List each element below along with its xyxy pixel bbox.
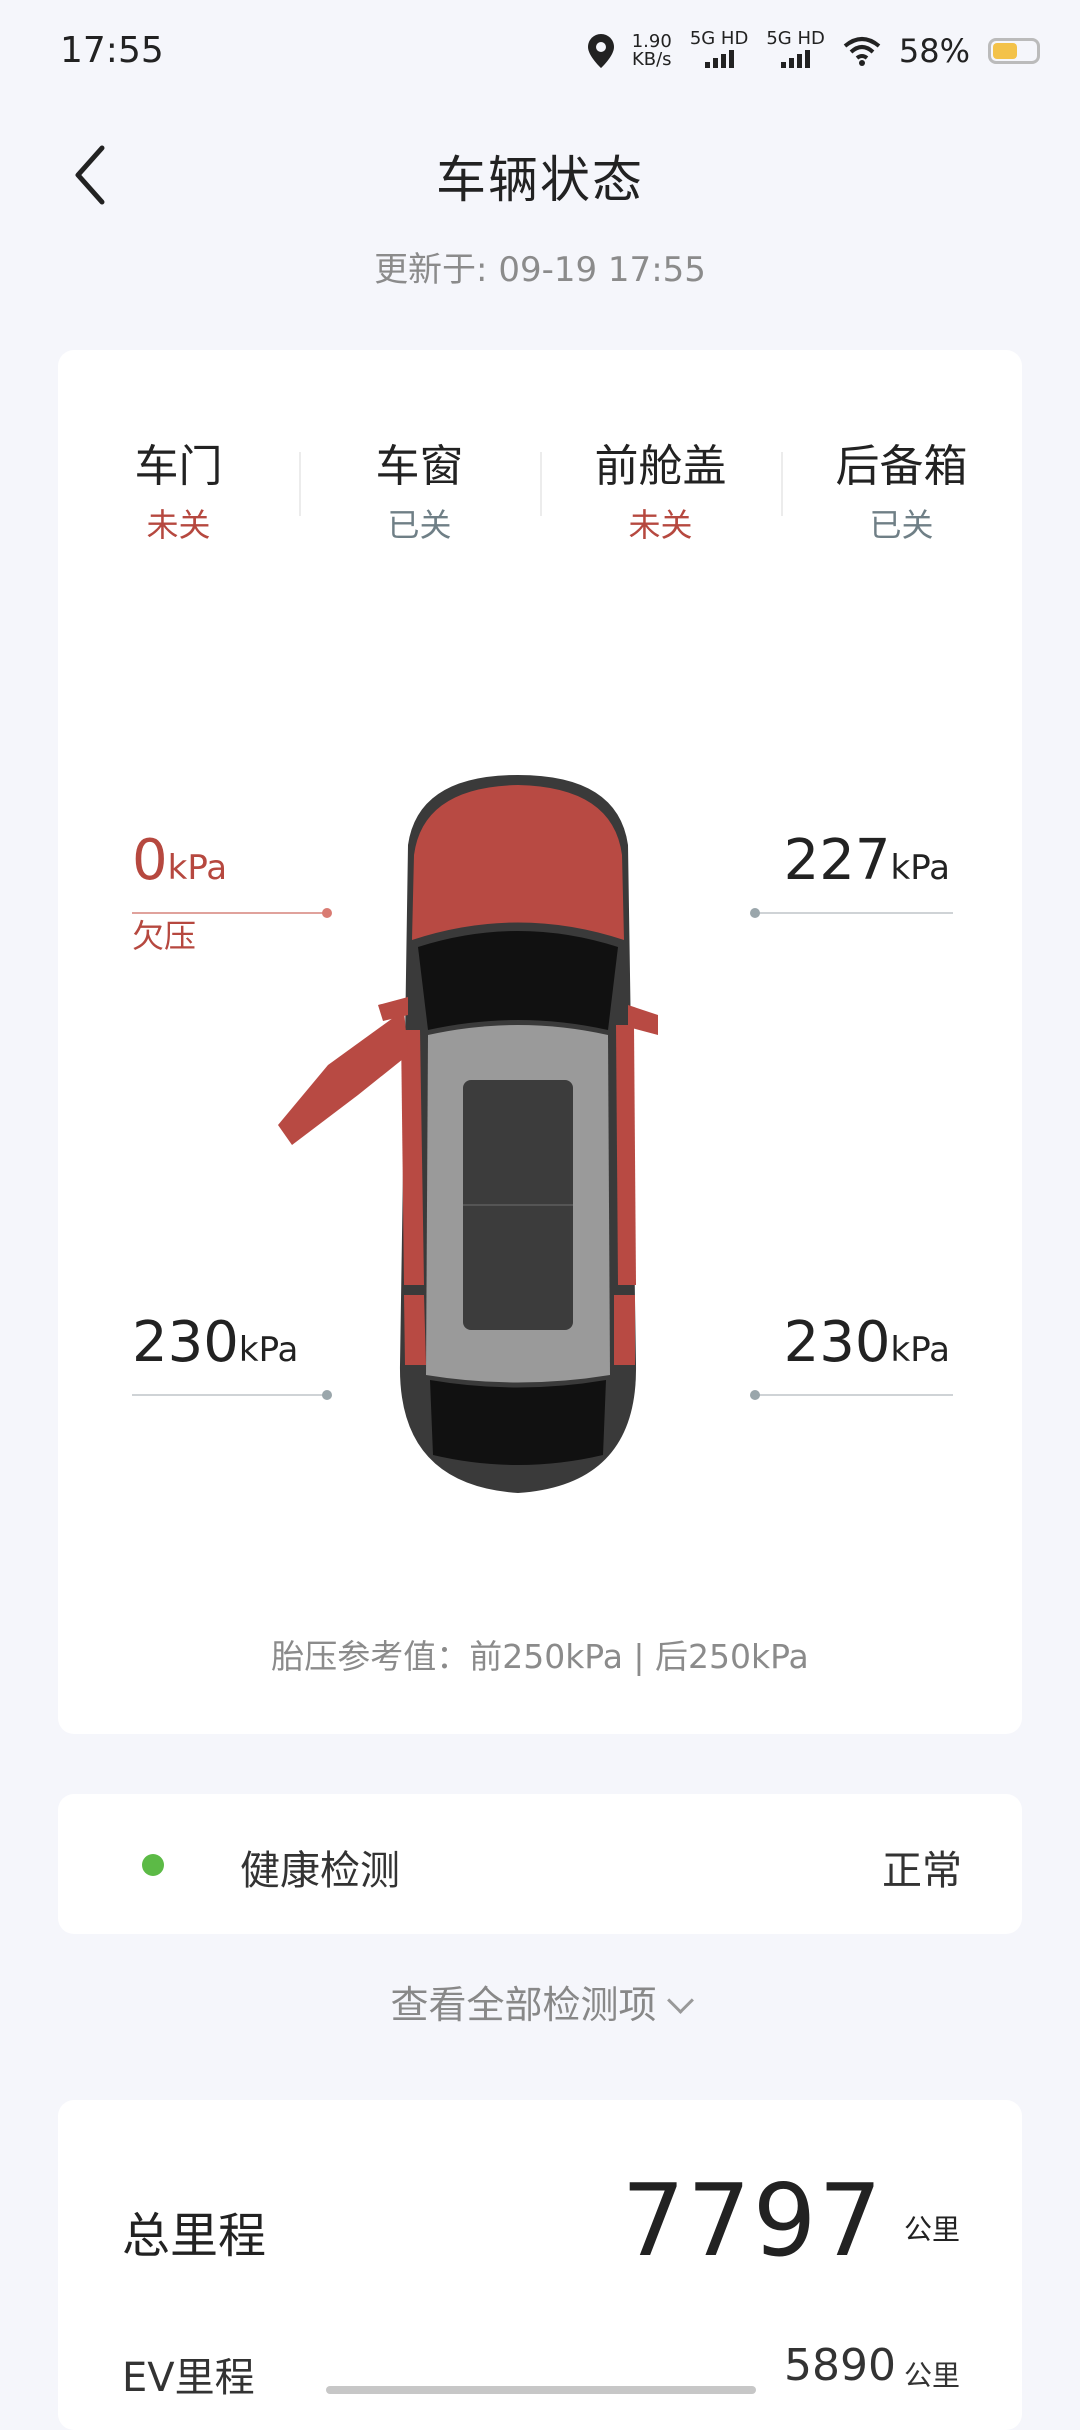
home-indicator[interactable] (326, 2386, 756, 2394)
tire-value: 0 (132, 828, 168, 893)
tire-value: 230 (132, 1310, 239, 1375)
status-name: 车窗 (375, 441, 464, 492)
tire-leader-line (758, 912, 953, 914)
status-row: 车门 未关 车窗 已关 前舱盖 未关 后备箱 已关 (58, 430, 1022, 544)
ev-mileage-label: EV里程 (122, 2355, 255, 2401)
status-name: 车门 (134, 441, 223, 492)
status-door[interactable]: 车门 未关 (58, 430, 299, 544)
view-all-label: 查看全部检测项 (390, 1983, 657, 2027)
tire-unit: kPa (167, 848, 228, 888)
health-check-card[interactable]: 健康检测 正常 (58, 1794, 1022, 1934)
tire-front-left: 0kPa 欠压 (132, 828, 332, 957)
battery-fill (993, 43, 1017, 59)
status-value: 已关 (869, 506, 934, 544)
status-time: 17:55 (60, 30, 164, 71)
signal-icon (781, 48, 811, 68)
tire-front-right: 227kPa (750, 828, 953, 918)
mileage-card: 总里程 7797 公里 EV里程 5890 公里 (58, 2100, 1022, 2430)
battery-percent: 58% (898, 32, 970, 70)
view-all-checks-button[interactable]: 查看全部检测项 (0, 1974, 1080, 2029)
chevron-down-icon (666, 1987, 694, 2014)
status-trunk[interactable]: 后备箱 已关 (781, 430, 1022, 544)
tire-rear-right: 230kPa (750, 1310, 953, 1400)
tire-unit: kPa (890, 1330, 951, 1370)
net-speed: 1.90 KB/s (632, 33, 672, 69)
status-icons: 1.90 KB/s 5G HD 5G HD 58% (587, 28, 1040, 72)
sim2-label: 5G HD (766, 28, 825, 49)
status-hood[interactable]: 前舱盖 未关 (540, 430, 781, 544)
health-label: 健康检测 (240, 1848, 400, 1894)
tire-unit: kPa (890, 848, 951, 888)
sim2-signal: 5G HD (766, 30, 825, 72)
wifi-icon (843, 37, 881, 66)
sim1-label: 5G HD (689, 28, 749, 49)
ev-mileage-value: 5890 (784, 2340, 896, 2391)
health-value: 正常 (882, 1848, 962, 1894)
total-mileage-unit: 公里 (903, 2213, 960, 2246)
update-time: 更新于: 09-19 17:55 (374, 250, 706, 290)
health-status-dot (142, 1854, 164, 1876)
ev-mileage-unit: 公里 (903, 2359, 960, 2392)
total-mileage-label: 总里程 (122, 2208, 267, 2264)
tire-warning: 欠压 (132, 917, 197, 955)
total-mileage-value: 7797 (621, 2162, 884, 2279)
status-window[interactable]: 车窗 已关 (299, 430, 540, 544)
battery-icon (988, 38, 1040, 64)
signal-icon (704, 48, 734, 68)
status-bar: 17:55 1.90 KB/s 5G HD 5G HD 58% (0, 0, 1080, 110)
status-value: 未关 (146, 506, 211, 544)
status-name: 后备箱 (835, 441, 968, 492)
sim1-signal: 5G HD (689, 28, 749, 72)
vehicle-status-card: 车门 未关 车窗 已关 前舱盖 未关 后备箱 已关 0kPa 欠压 227kPa… (58, 350, 1022, 1734)
status-name: 前舱盖 (594, 441, 727, 492)
tire-pressure-reference: 胎压参考值：前250kPa | 后250kPa (271, 1637, 809, 1676)
page-title: 车辆状态 (436, 151, 644, 209)
status-value: 已关 (387, 506, 452, 544)
tire-value: 227 (783, 828, 891, 893)
tire-leader-line (758, 1394, 953, 1396)
net-speed-unit: KB/s (631, 49, 672, 70)
status-value: 未关 (628, 506, 693, 544)
car-top-view-image (278, 775, 658, 1493)
location-icon (587, 34, 614, 68)
tire-value: 230 (783, 1310, 891, 1375)
